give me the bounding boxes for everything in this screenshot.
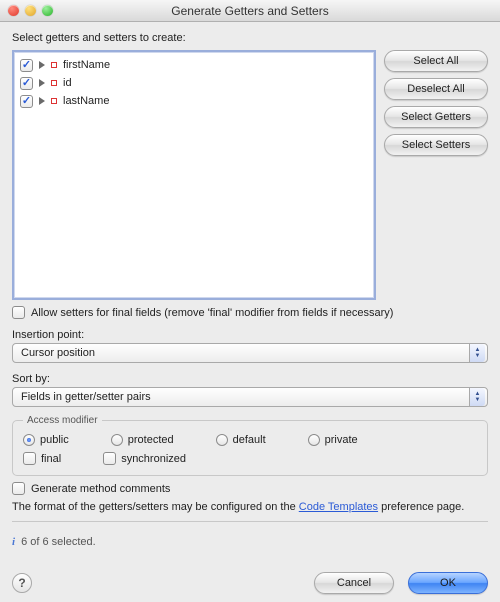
tree-item[interactable]: id <box>16 74 372 92</box>
checkbox-icon[interactable] <box>23 452 36 465</box>
checkbox-icon[interactable] <box>20 59 33 72</box>
stepper-icon[interactable]: ▲▼ <box>469 344 485 362</box>
field-type-icon <box>51 98 57 104</box>
select-setters-button[interactable]: Select Setters <box>384 134 488 156</box>
allow-final-checkbox[interactable] <box>12 306 25 319</box>
radio-public[interactable]: public <box>23 434 69 446</box>
checkbox-label: synchronized <box>121 453 186 465</box>
dialog-body: Select getters and setters to create: fi… <box>0 22 500 602</box>
radio-private[interactable]: private <box>308 434 358 446</box>
field-type-icon <box>51 62 57 68</box>
insertion-point-value: Cursor position <box>21 347 95 359</box>
radio-label: private <box>325 434 358 446</box>
dialog-window: Generate Getters and Setters Select gett… <box>0 0 500 602</box>
generate-comments-label: Generate method comments <box>31 483 170 495</box>
radio-protected[interactable]: protected <box>111 434 174 446</box>
radio-label: default <box>233 434 266 446</box>
selection-buttons: Select All Deselect All Select Getters S… <box>384 50 488 300</box>
tree-item[interactable]: lastName <box>16 92 372 110</box>
access-modifier-legend: Access modifier <box>23 415 102 426</box>
access-modifier-group: Access modifier public protected default… <box>12 415 488 476</box>
select-getters-button[interactable]: Select Getters <box>384 106 488 128</box>
sort-by-select[interactable]: Fields in getter/setter pairs ▲▼ <box>12 387 488 407</box>
field-name: id <box>63 77 72 89</box>
allow-final-label: Allow setters for final fields (remove '… <box>31 307 393 319</box>
insertion-point-select[interactable]: Cursor position ▲▼ <box>12 343 488 363</box>
radio-label: protected <box>128 434 174 446</box>
status-row: i 6 of 6 selected. <box>12 536 488 548</box>
deselect-all-button[interactable]: Deselect All <box>384 78 488 100</box>
footnote-post: preference page. <box>378 501 464 513</box>
allow-final-row[interactable]: Allow setters for final fields (remove '… <box>12 306 488 319</box>
divider <box>12 521 488 522</box>
generate-comments-checkbox[interactable] <box>12 482 25 495</box>
field-tree[interactable]: firstName id lastName <box>12 50 376 300</box>
ok-button[interactable]: OK <box>408 572 488 594</box>
radio-default[interactable]: default <box>216 434 266 446</box>
titlebar: Generate Getters and Setters <box>0 0 500 22</box>
help-button[interactable]: ? <box>12 573 32 593</box>
disclosure-icon[interactable] <box>39 61 45 69</box>
checkbox-icon[interactable] <box>20 95 33 108</box>
checkbox-label: final <box>41 453 61 465</box>
radio-icon[interactable] <box>111 434 123 446</box>
generate-comments-row[interactable]: Generate method comments <box>12 482 488 495</box>
field-name: firstName <box>63 59 110 71</box>
info-icon: i <box>12 536 15 548</box>
window-title: Generate Getters and Setters <box>0 4 500 18</box>
insertion-point-label: Insertion point: <box>12 329 488 341</box>
checkbox-icon[interactable] <box>103 452 116 465</box>
footnote: The format of the getters/setters may be… <box>12 501 488 513</box>
sort-by-value: Fields in getter/setter pairs <box>21 391 151 403</box>
radio-icon[interactable] <box>216 434 228 446</box>
field-type-icon <box>51 80 57 86</box>
footnote-pre: The format of the getters/setters may be… <box>12 501 299 513</box>
disclosure-icon[interactable] <box>39 79 45 87</box>
disclosure-icon[interactable] <box>39 97 45 105</box>
sort-by-label: Sort by: <box>12 373 488 385</box>
field-name: lastName <box>63 95 109 107</box>
instruction-label: Select getters and setters to create: <box>12 32 488 44</box>
stepper-icon[interactable]: ▲▼ <box>469 388 485 406</box>
select-all-button[interactable]: Select All <box>384 50 488 72</box>
status-text: 6 of 6 selected. <box>21 536 96 548</box>
final-checkbox-row[interactable]: final <box>23 452 61 465</box>
tree-item[interactable]: firstName <box>16 56 372 74</box>
radio-icon[interactable] <box>308 434 320 446</box>
checkbox-icon[interactable] <box>20 77 33 90</box>
radio-label: public <box>40 434 69 446</box>
cancel-button[interactable]: Cancel <box>314 572 394 594</box>
code-templates-link[interactable]: Code Templates <box>299 501 378 513</box>
synchronized-checkbox-row[interactable]: synchronized <box>103 452 186 465</box>
radio-icon[interactable] <box>23 434 35 446</box>
